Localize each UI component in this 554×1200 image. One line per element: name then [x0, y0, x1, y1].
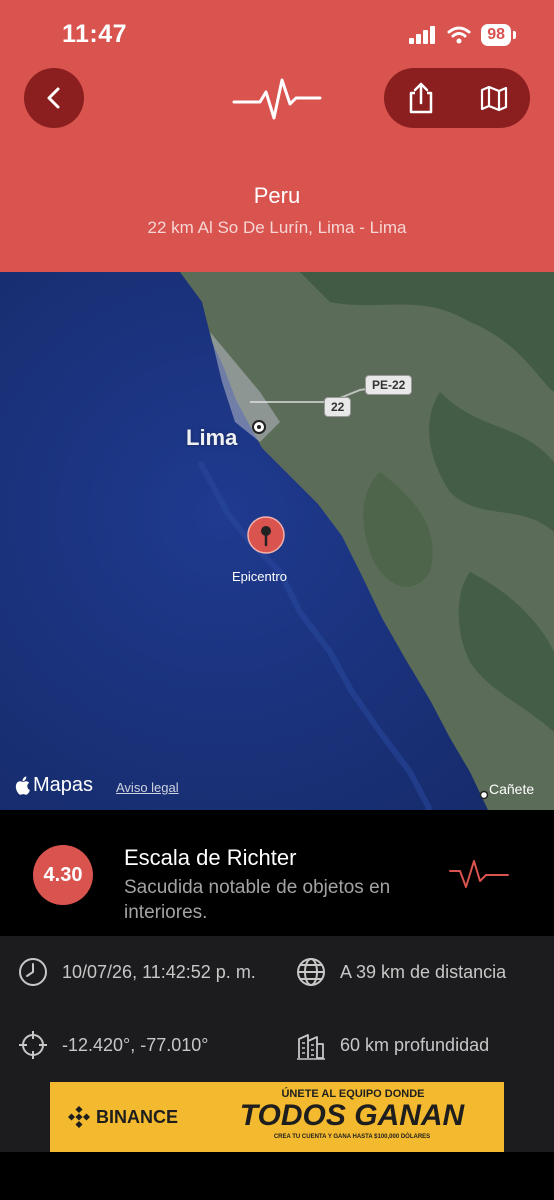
pin-icon [247, 516, 285, 554]
header-actions [384, 68, 530, 128]
scale-description: Sacudida notable de objetos en interiore… [124, 877, 391, 923]
location-title: Peru [253, 183, 301, 208]
detail-depth: 60 km profundidad [296, 1030, 489, 1060]
seismograph-icon [449, 860, 509, 888]
ad-brand-text: BINANCE [96, 1106, 179, 1127]
town-label: Cañete [489, 781, 535, 797]
ad-banner[interactable]: BINANCE ÚNETE AL EQUIPO DONDE TODOS GANA… [50, 1082, 504, 1152]
battery-level: 98 [481, 24, 511, 46]
scale-title: Escala de Richter [124, 845, 297, 870]
status-icons: 98 [409, 24, 516, 46]
epicenter-label: Epicentro [232, 569, 287, 584]
share-icon [409, 82, 432, 114]
epicenter-pin[interactable] [247, 516, 285, 554]
ad-brand: BINANCE [68, 1106, 178, 1128]
city-dot-icon [252, 420, 266, 434]
location-subtitle: 22 km Al So De Lurín, Lima - Lima [147, 218, 407, 237]
chevron-left-icon [47, 87, 60, 109]
header: 11:47 98 Peru 22 km Al So De Lurín, Lima… [0, 0, 554, 272]
details-panel: 10/07/26, 11:42:52 p. m. A 39 km de dist… [0, 936, 554, 1080]
map-attribution-text: Mapas [33, 774, 94, 796]
cellular-signal-icon [409, 26, 436, 44]
map-view[interactable]: PE-22 22 Lima Epicentro Cañete Mapas Avi… [0, 272, 554, 810]
map-attribution: Mapas [14, 774, 93, 797]
apple-logo-icon [15, 776, 30, 795]
datetime-text: 10/07/26, 11:42:52 p. m. [62, 961, 256, 982]
town-dot-icon [479, 790, 489, 800]
battery-tip [513, 31, 516, 39]
back-button[interactable] [24, 68, 84, 128]
magnitude-badge: 4.30 [33, 845, 93, 905]
legal-link[interactable]: Aviso legal [116, 780, 179, 795]
share-button[interactable] [393, 70, 449, 126]
status-time: 11:47 [62, 20, 128, 48]
map-icon [480, 85, 507, 112]
detail-distance: A 39 km de distancia [296, 957, 506, 987]
status-bar: 11:47 98 [0, 0, 554, 70]
buildings-icon [297, 1034, 325, 1060]
detail-coordinates: -12.420°, -77.010° [18, 1030, 209, 1060]
heartbeat-icon [232, 78, 322, 120]
map-button[interactable] [466, 70, 522, 126]
globe-icon [297, 958, 325, 986]
depth-text: 60 km profundidad [340, 1034, 490, 1055]
binance-logo-icon [68, 1106, 90, 1128]
detail-datetime: 10/07/26, 11:42:52 p. m. [18, 957, 256, 987]
ad-fine-print: CREA TU CUENTA Y GANA HASTA $100,000 DÓL… [273, 1134, 431, 1140]
ad-headline: TODOS GANAN [239, 1099, 465, 1132]
city-label: Lima [186, 425, 238, 450]
clock-icon [19, 958, 47, 986]
wifi-icon [447, 26, 471, 44]
crosshair-icon [19, 1031, 47, 1059]
coordinates-text: -12.420°, -77.010° [62, 1034, 209, 1055]
road-shield-22: 22 [324, 397, 352, 417]
road-shield-pe22: PE-22 [365, 375, 413, 395]
distance-text: A 39 km de distancia [340, 961, 507, 982]
bottom-area [0, 1152, 554, 1200]
